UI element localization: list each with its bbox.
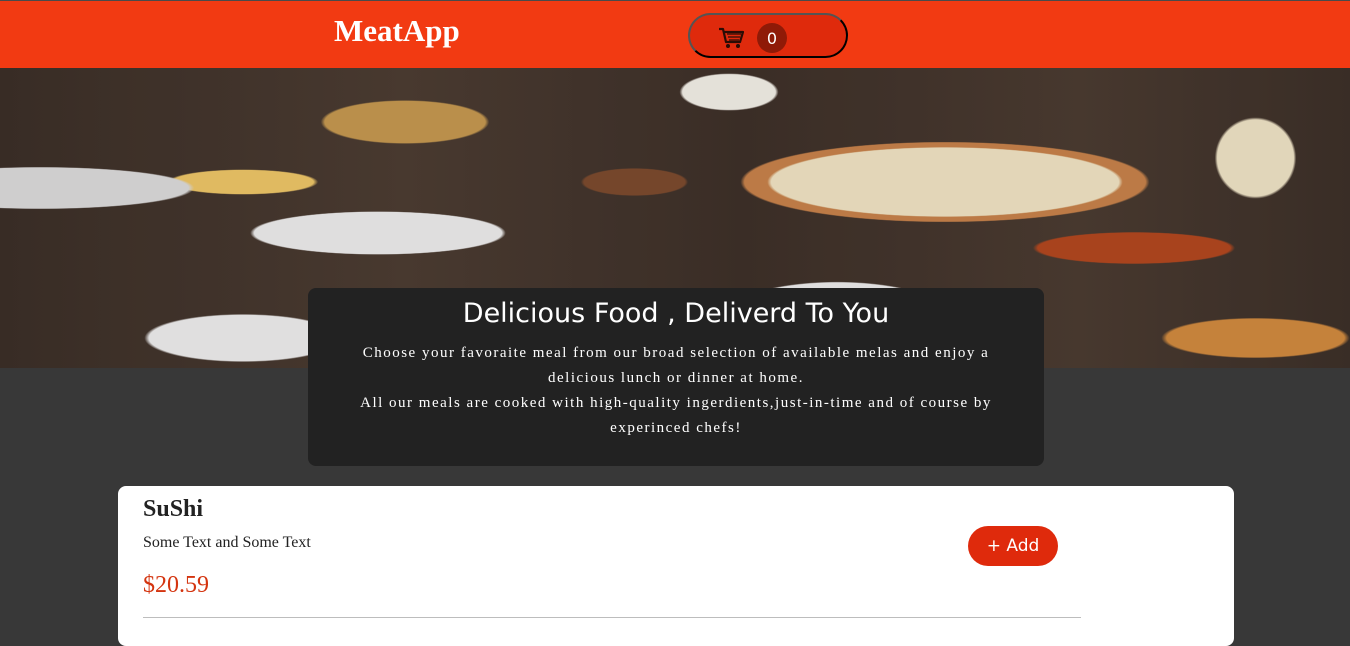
meal-description: Some Text and Some Text: [143, 534, 311, 551]
meal-price: $20.59: [143, 572, 209, 598]
cart-count-badge: 0: [757, 23, 787, 53]
summary-paragraph-1: Choose your favoraite meal from our broa…: [362, 345, 990, 386]
meals-list-card: SuShi Some Text and Some Text $20.59 + A…: [118, 486, 1234, 646]
summary-title: Delicious Food , Deliverd To You: [462, 298, 890, 329]
cart-icon: [718, 27, 745, 49]
meal-name: SuShi: [143, 496, 204, 522]
app-header: MeatApp 0: [0, 0, 1350, 68]
meal-divider: [143, 617, 1081, 618]
app-logo: MeatApp: [334, 13, 460, 48]
summary-paragraph-2: All our meals are cooked with high-quali…: [360, 395, 992, 436]
cart-button[interactable]: 0: [688, 13, 848, 58]
add-meal-button[interactable]: + Add: [968, 526, 1058, 566]
summary-box: Delicious Food , Deliverd To You Choose …: [308, 288, 1044, 466]
